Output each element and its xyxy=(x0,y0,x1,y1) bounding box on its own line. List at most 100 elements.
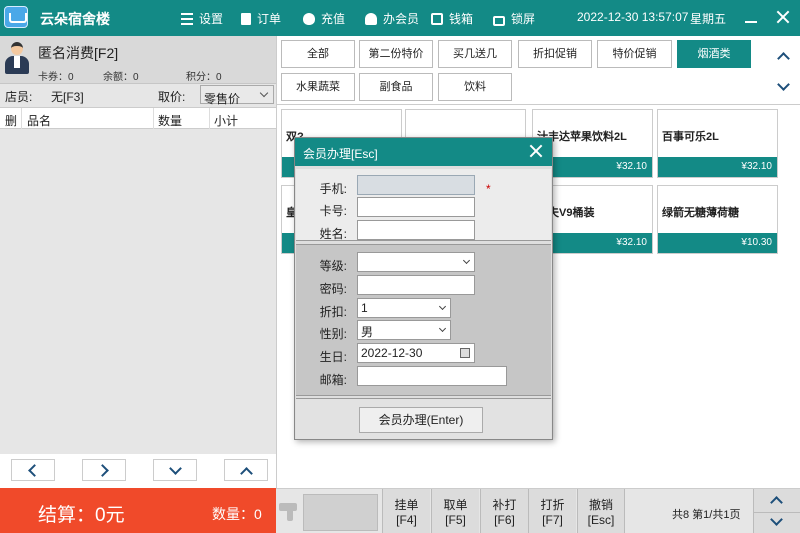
cart-nav xyxy=(0,454,276,488)
card-number-label: 卡号: xyxy=(319,204,347,218)
password-label: 密码: xyxy=(319,282,347,296)
menu-settings[interactable]: 设置 xyxy=(181,10,223,27)
level-label: 等级: xyxy=(319,259,347,273)
product-name: 汁丰达苹果饮料2L xyxy=(537,131,627,143)
retrieve-order-label: 取单 xyxy=(443,498,468,512)
menu-member-label: 办会员 xyxy=(383,12,420,26)
customer-balance: 余额：0 xyxy=(103,72,139,83)
birthday-picker[interactable]: 2022-12-30 xyxy=(357,343,475,363)
menu-lock-label: 锁屏 xyxy=(511,12,536,26)
chevron-down-icon xyxy=(770,513,783,526)
category-discount[interactable]: 折扣促销 xyxy=(518,40,592,68)
required-mark: * xyxy=(486,182,491,196)
price-type-label: 取价: xyxy=(158,90,186,104)
menu-cash-drawer-label: 钱箱 xyxy=(449,12,474,26)
product-name: 农夫V9桶装 xyxy=(537,207,595,219)
hold-order-button[interactable]: 挂单 [F4] xyxy=(382,489,430,533)
money-bag-icon xyxy=(303,12,315,25)
clock-datetime: 2022-12-30 13:57:07 xyxy=(577,10,689,24)
close-icon[interactable] xyxy=(776,10,790,24)
staff-value[interactable]: 无[F3] xyxy=(51,88,84,105)
discount-select[interactable]: 1 xyxy=(357,298,451,318)
staff-row: 店员: 无[F3] 取价: 零售价 xyxy=(0,84,276,106)
cart-table-body[interactable] xyxy=(0,129,276,453)
discount-value: 1 xyxy=(361,301,368,315)
product-card[interactable]: 绿箭无糖薄荷糖 ¥10.30 xyxy=(657,185,778,254)
category-drinks[interactable]: 饮料 xyxy=(438,73,512,101)
chevron-down-icon xyxy=(777,78,790,91)
category-all[interactable]: 全部 xyxy=(281,40,355,68)
gender-select[interactable]: 男 xyxy=(357,320,451,340)
gender-value: 男 xyxy=(361,325,374,339)
category-down-button[interactable] xyxy=(769,75,799,103)
clock-weekday: 星期五 xyxy=(690,12,727,26)
cart-panel: 匿名消费[F2] 卡券：0 余额：0 积分：0 店员: 无[F3] 取价: 零售… xyxy=(0,36,276,488)
card-number-field[interactable] xyxy=(357,197,475,217)
product-price: ¥10.30 xyxy=(658,233,777,253)
member-dialog: 会员办理[Esc] 会员办理(Enter) 手机: * 卡号: 姓名: 等级: … xyxy=(294,137,553,440)
phone-field[interactable] xyxy=(357,175,475,195)
pagination-info: 共8 第1/共1页 xyxy=(672,509,741,521)
price-type-value: 零售价 xyxy=(204,92,241,106)
function-bar: 挂单 [F4] 取单 [F5] 补打 [F6] 打折 [F7] 撤销 [Esc]… xyxy=(276,488,800,533)
chevron-right-icon xyxy=(96,464,109,477)
action-section: 会员办理(Enter) xyxy=(296,398,551,439)
category-groceries[interactable]: 副食品 xyxy=(359,73,433,101)
chevron-down-icon xyxy=(462,256,471,265)
price-type-select[interactable]: 零售价 xyxy=(200,85,274,106)
cart-up-button[interactable] xyxy=(224,459,268,481)
undo-key: [Esc] xyxy=(587,513,615,527)
page-up-button[interactable] xyxy=(754,489,800,511)
calendar-icon[interactable] xyxy=(460,348,470,358)
category-second-half-price[interactable]: 第二份特价 xyxy=(359,40,433,68)
menu-recharge[interactable]: 充值 xyxy=(303,10,345,27)
chevron-down-icon xyxy=(169,462,182,475)
birthday-value: 2022-12-30 xyxy=(361,346,423,360)
menu-settings-label: 设置 xyxy=(199,12,224,26)
email-field[interactable] xyxy=(357,366,507,386)
checkout-total: 结算：0元 xyxy=(38,505,125,526)
settings-icon xyxy=(181,12,193,25)
level-select[interactable] xyxy=(357,252,475,272)
category-special-price[interactable]: 特价促销 xyxy=(597,40,672,68)
menu-orders[interactable]: 订单 xyxy=(241,10,281,27)
cart-table-header: 删 品名 数量 小计 xyxy=(0,107,276,130)
chevron-down-icon xyxy=(438,302,447,311)
member-icon xyxy=(365,12,377,25)
col-delete: 删 xyxy=(5,114,18,128)
reprint-button[interactable]: 补打 [F6] xyxy=(480,489,528,533)
category-up-button[interactable] xyxy=(769,42,799,70)
password-field[interactable] xyxy=(357,275,475,295)
category-tobacco-liquor[interactable]: 烟酒类 xyxy=(677,40,751,68)
customer-coupons: 卡券：0 xyxy=(38,72,74,83)
cart-next-button[interactable] xyxy=(82,459,126,481)
reprint-label: 补打 xyxy=(492,498,517,512)
dialog-titlebar: 会员办理[Esc] xyxy=(295,138,552,166)
order-icon xyxy=(241,12,251,25)
minimize-icon[interactable] xyxy=(744,10,758,24)
category-buy-get[interactable]: 买几送几 xyxy=(438,40,512,68)
checkout-bar[interactable]: 结算：0元 数量：0 xyxy=(0,488,276,533)
cart-down-button[interactable] xyxy=(153,459,197,481)
retrieve-order-button[interactable]: 取单 [F5] xyxy=(431,489,479,533)
chevron-up-icon xyxy=(770,496,783,509)
page-down-button[interactable] xyxy=(754,512,800,533)
product-card[interactable]: 百事可乐2L ¥32.10 xyxy=(657,109,778,178)
customer-header[interactable]: 匿名消费[F2] 卡券：0 余额：0 积分：0 xyxy=(0,36,276,84)
menu-member[interactable]: 办会员 xyxy=(365,10,419,27)
category-fruit-veg[interactable]: 水果蔬菜 xyxy=(281,73,355,101)
close-icon[interactable] xyxy=(530,145,542,157)
discount-button[interactable]: 打折 [F7] xyxy=(528,489,576,533)
undo-button[interactable]: 撤销 [Esc] xyxy=(577,489,625,533)
customer-points: 积分：0 xyxy=(186,72,222,83)
retrieve-order-key: [F5] xyxy=(445,513,466,527)
cart-prev-button[interactable] xyxy=(11,459,55,481)
menu-cash-drawer[interactable]: 钱箱 xyxy=(431,10,473,27)
name-field[interactable] xyxy=(357,220,475,240)
lock-icon xyxy=(493,15,505,26)
barcode-input[interactable] xyxy=(303,494,378,531)
menu-lock[interactable]: 锁屏 xyxy=(493,10,535,27)
chevron-left-icon xyxy=(28,464,41,477)
register-member-button[interactable]: 会员办理(Enter) xyxy=(359,407,483,433)
chevron-down-icon xyxy=(259,88,269,98)
